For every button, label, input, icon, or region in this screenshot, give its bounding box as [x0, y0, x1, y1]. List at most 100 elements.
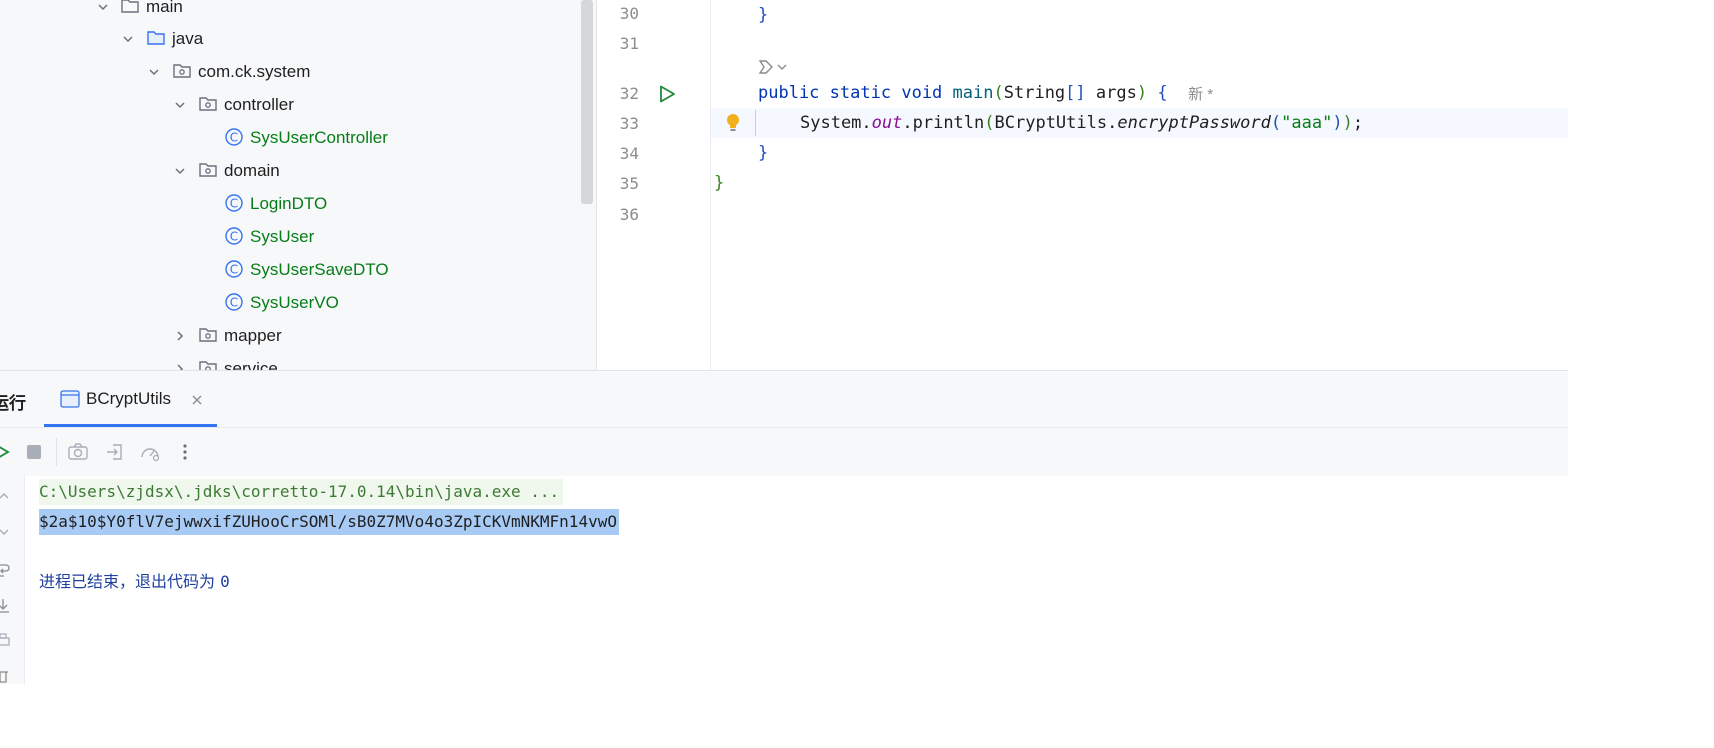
paren: (	[984, 113, 995, 133]
tree-item-domain[interactable]: domain	[0, 154, 580, 187]
scroll-to-end-icon[interactable]	[0, 598, 10, 614]
brace: }	[758, 5, 769, 25]
stop-icon[interactable]	[22, 440, 46, 464]
scroll-up-icon[interactable]	[0, 490, 10, 502]
author-inlay-hint[interactable]: 新 *	[1188, 83, 1213, 104]
chevron-down-icon[interactable]	[121, 32, 135, 46]
code-editor[interactable]: 30 31 32 33 34 35 36 } public static voi…	[597, 0, 1568, 370]
tree-item-label: com.ck.system	[198, 61, 311, 81]
class-icon: C	[225, 260, 243, 278]
exit-code: 0	[220, 572, 230, 591]
lightbulb-icon[interactable]	[724, 112, 742, 134]
active-tab-indicator	[44, 424, 217, 427]
tree-item-java[interactable]: java	[0, 22, 580, 55]
code-line-30[interactable]: }	[758, 0, 768, 30]
line-number: 34	[619, 144, 639, 163]
tree-item-sysusercontroller[interactable]: C SysUserController	[0, 121, 580, 154]
paren: )	[1136, 83, 1148, 103]
code-line-35[interactable]: }	[714, 168, 724, 198]
tree-item-logindto[interactable]: C LoginDTO	[0, 187, 580, 220]
class-ref: System.	[800, 113, 872, 133]
svg-text:C: C	[230, 296, 238, 310]
project-tree[interactable]: main java com.ck.system controller C Sys…	[0, 0, 596, 370]
window-icon	[60, 390, 80, 408]
paren: )	[1342, 113, 1353, 133]
tree-item-label: SysUserSaveDTO	[250, 259, 389, 279]
tool-window-title: 运行	[0, 394, 26, 413]
toolbar-separator	[56, 438, 57, 466]
tree-item-com-ck-system[interactable]: com.ck.system	[0, 55, 580, 88]
chevron-right-icon[interactable]	[173, 329, 187, 343]
close-icon[interactable]	[190, 393, 204, 407]
method-call: .println	[902, 113, 985, 133]
paren: (	[993, 83, 1004, 103]
package-icon	[199, 328, 217, 342]
code-vision-icon[interactable]	[756, 57, 790, 77]
chevron-down-icon[interactable]	[147, 65, 161, 79]
run-tab-bar: 运行 BCryptUtils	[0, 371, 1568, 428]
tree-item-main[interactable]: main	[0, 0, 580, 23]
more-options-icon[interactable]	[173, 440, 197, 464]
keyword: static	[829, 83, 892, 103]
paren: (	[1270, 113, 1282, 133]
gutter-divider	[710, 0, 711, 370]
class-ref: BCryptUtils.	[994, 113, 1118, 133]
run-gutter-icon[interactable]	[657, 84, 677, 104]
print-icon[interactable]	[0, 632, 10, 648]
tree-item-service[interactable]: service	[0, 352, 580, 370]
semicolon: ;	[1352, 113, 1364, 133]
console-command-line[interactable]: C:\Users\zjdsx\.jdks\corretto-17.0.14\bi…	[39, 479, 564, 505]
login-icon[interactable]	[103, 440, 127, 464]
run-tab-bcryptutils[interactable]: BCryptUtils	[44, 371, 217, 427]
editor-gutter: 30 31 32 33 34 35 36	[597, 0, 739, 370]
code-line-33[interactable]: System. out .println(BCryptUtils. encryptPa…	[755, 108, 1363, 138]
paren: )	[1332, 113, 1343, 133]
run-tab-label: BCryptUtils	[86, 389, 172, 408]
run-toolbar	[0, 428, 1568, 476]
delete-icon[interactable]	[0, 668, 10, 684]
chevron-down-icon[interactable]	[173, 164, 187, 178]
chevron-down-icon[interactable]	[96, 0, 110, 14]
tree-item-label: LoginDTO	[250, 193, 328, 213]
code-line-34[interactable]: }	[758, 138, 768, 168]
tree-item-label: SysUser	[250, 226, 315, 246]
brace: }	[714, 173, 725, 193]
console-exit-line[interactable]: 进程已结束，退出代码为 0	[39, 569, 230, 595]
string-literal: "aaa"	[1281, 113, 1333, 133]
rerun-icon[interactable]	[0, 440, 14, 464]
package-icon	[199, 163, 217, 177]
camera-icon[interactable]	[66, 440, 90, 464]
exit-message: 进程已结束，退出代码为	[39, 572, 221, 591]
keyword: void	[901, 83, 943, 103]
brace: {	[1147, 83, 1168, 103]
tree-item-sysusersavedto[interactable]: C SysUserSaveDTO	[0, 253, 580, 286]
soft-wrap-icon[interactable]	[0, 562, 10, 578]
scroll-down-icon[interactable]	[0, 526, 10, 538]
console-output-line[interactable]: $2a$10$Y0flV7ejwwxifZUHooCrSOMl/sB0Z7MVo…	[39, 509, 619, 535]
chevron-down-icon[interactable]	[173, 98, 187, 112]
line-number: 36	[619, 205, 639, 224]
line-number: 31	[619, 34, 639, 53]
tree-item-mapper[interactable]: mapper	[0, 319, 580, 352]
tree-item-label: mapper	[224, 325, 282, 345]
profiler-icon[interactable]	[138, 440, 162, 464]
class-icon: C	[225, 194, 243, 212]
package-icon	[173, 64, 191, 78]
tree-scrollbar[interactable]	[581, 0, 593, 204]
param-name: args	[1085, 83, 1137, 103]
tree-item-sysuser[interactable]: C SysUser	[0, 220, 580, 253]
brace: }	[758, 143, 769, 163]
tree-item-label: SysUserController	[250, 127, 388, 147]
type-name: String	[1003, 83, 1066, 103]
svg-text:C: C	[230, 131, 238, 145]
class-icon: C	[225, 128, 243, 146]
console-side-toolbar	[0, 476, 25, 684]
package-icon	[199, 97, 217, 111]
tree-item-label: domain	[224, 160, 280, 180]
chevron-right-icon[interactable]	[173, 362, 187, 370]
class-icon: C	[225, 293, 243, 311]
line-number: 32	[619, 84, 639, 103]
tree-item-controller[interactable]: controller	[0, 88, 580, 121]
code-line-32[interactable]: public static void main(String[] args) {…	[758, 78, 1213, 108]
tree-item-sysuservo[interactable]: C SysUserVO	[0, 286, 580, 319]
